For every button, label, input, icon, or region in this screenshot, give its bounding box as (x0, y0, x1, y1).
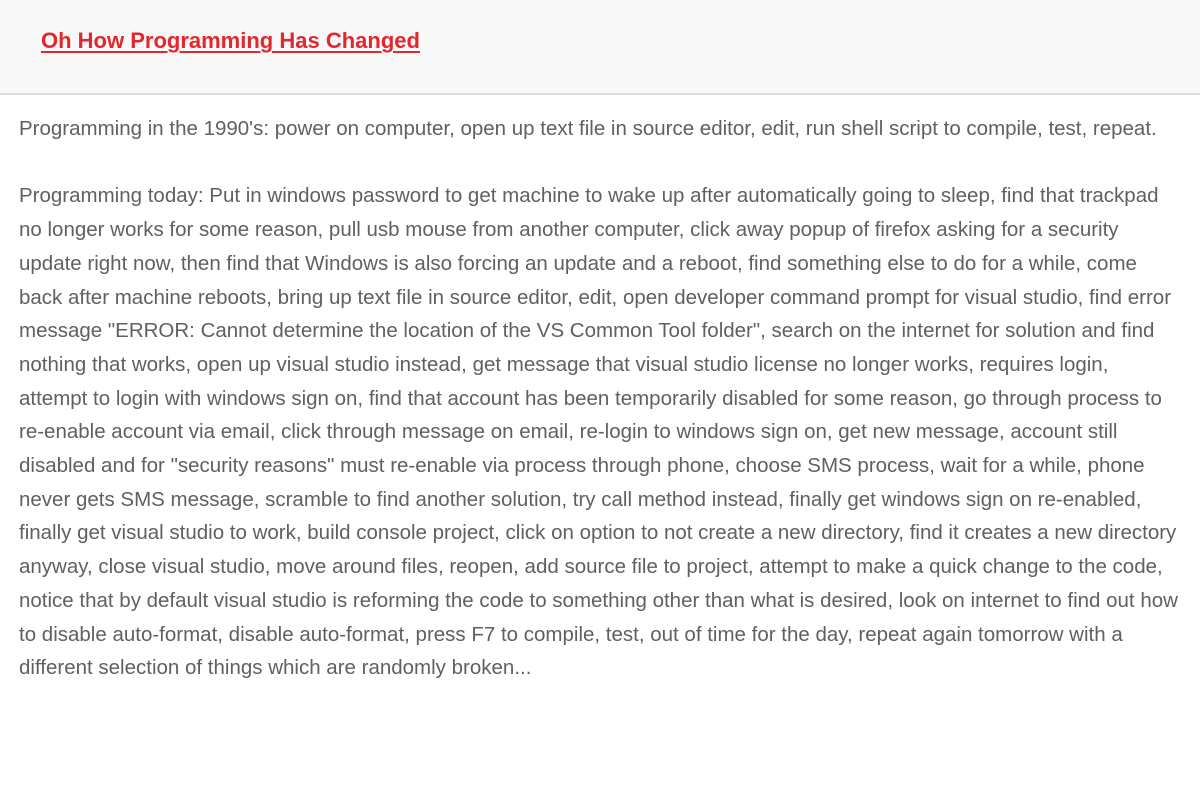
post-body: Programming in the 1990's: power on comp… (0, 95, 1200, 685)
post-header: Oh How Programming Has Changed (0, 0, 1200, 95)
post-paragraph-today: Programming today: Put in windows passwo… (19, 184, 1178, 680)
post-paragraph-1990s: Programming in the 1990's: power on comp… (19, 117, 1157, 140)
post-title-link[interactable]: Oh How Programming Has Changed (41, 28, 420, 54)
